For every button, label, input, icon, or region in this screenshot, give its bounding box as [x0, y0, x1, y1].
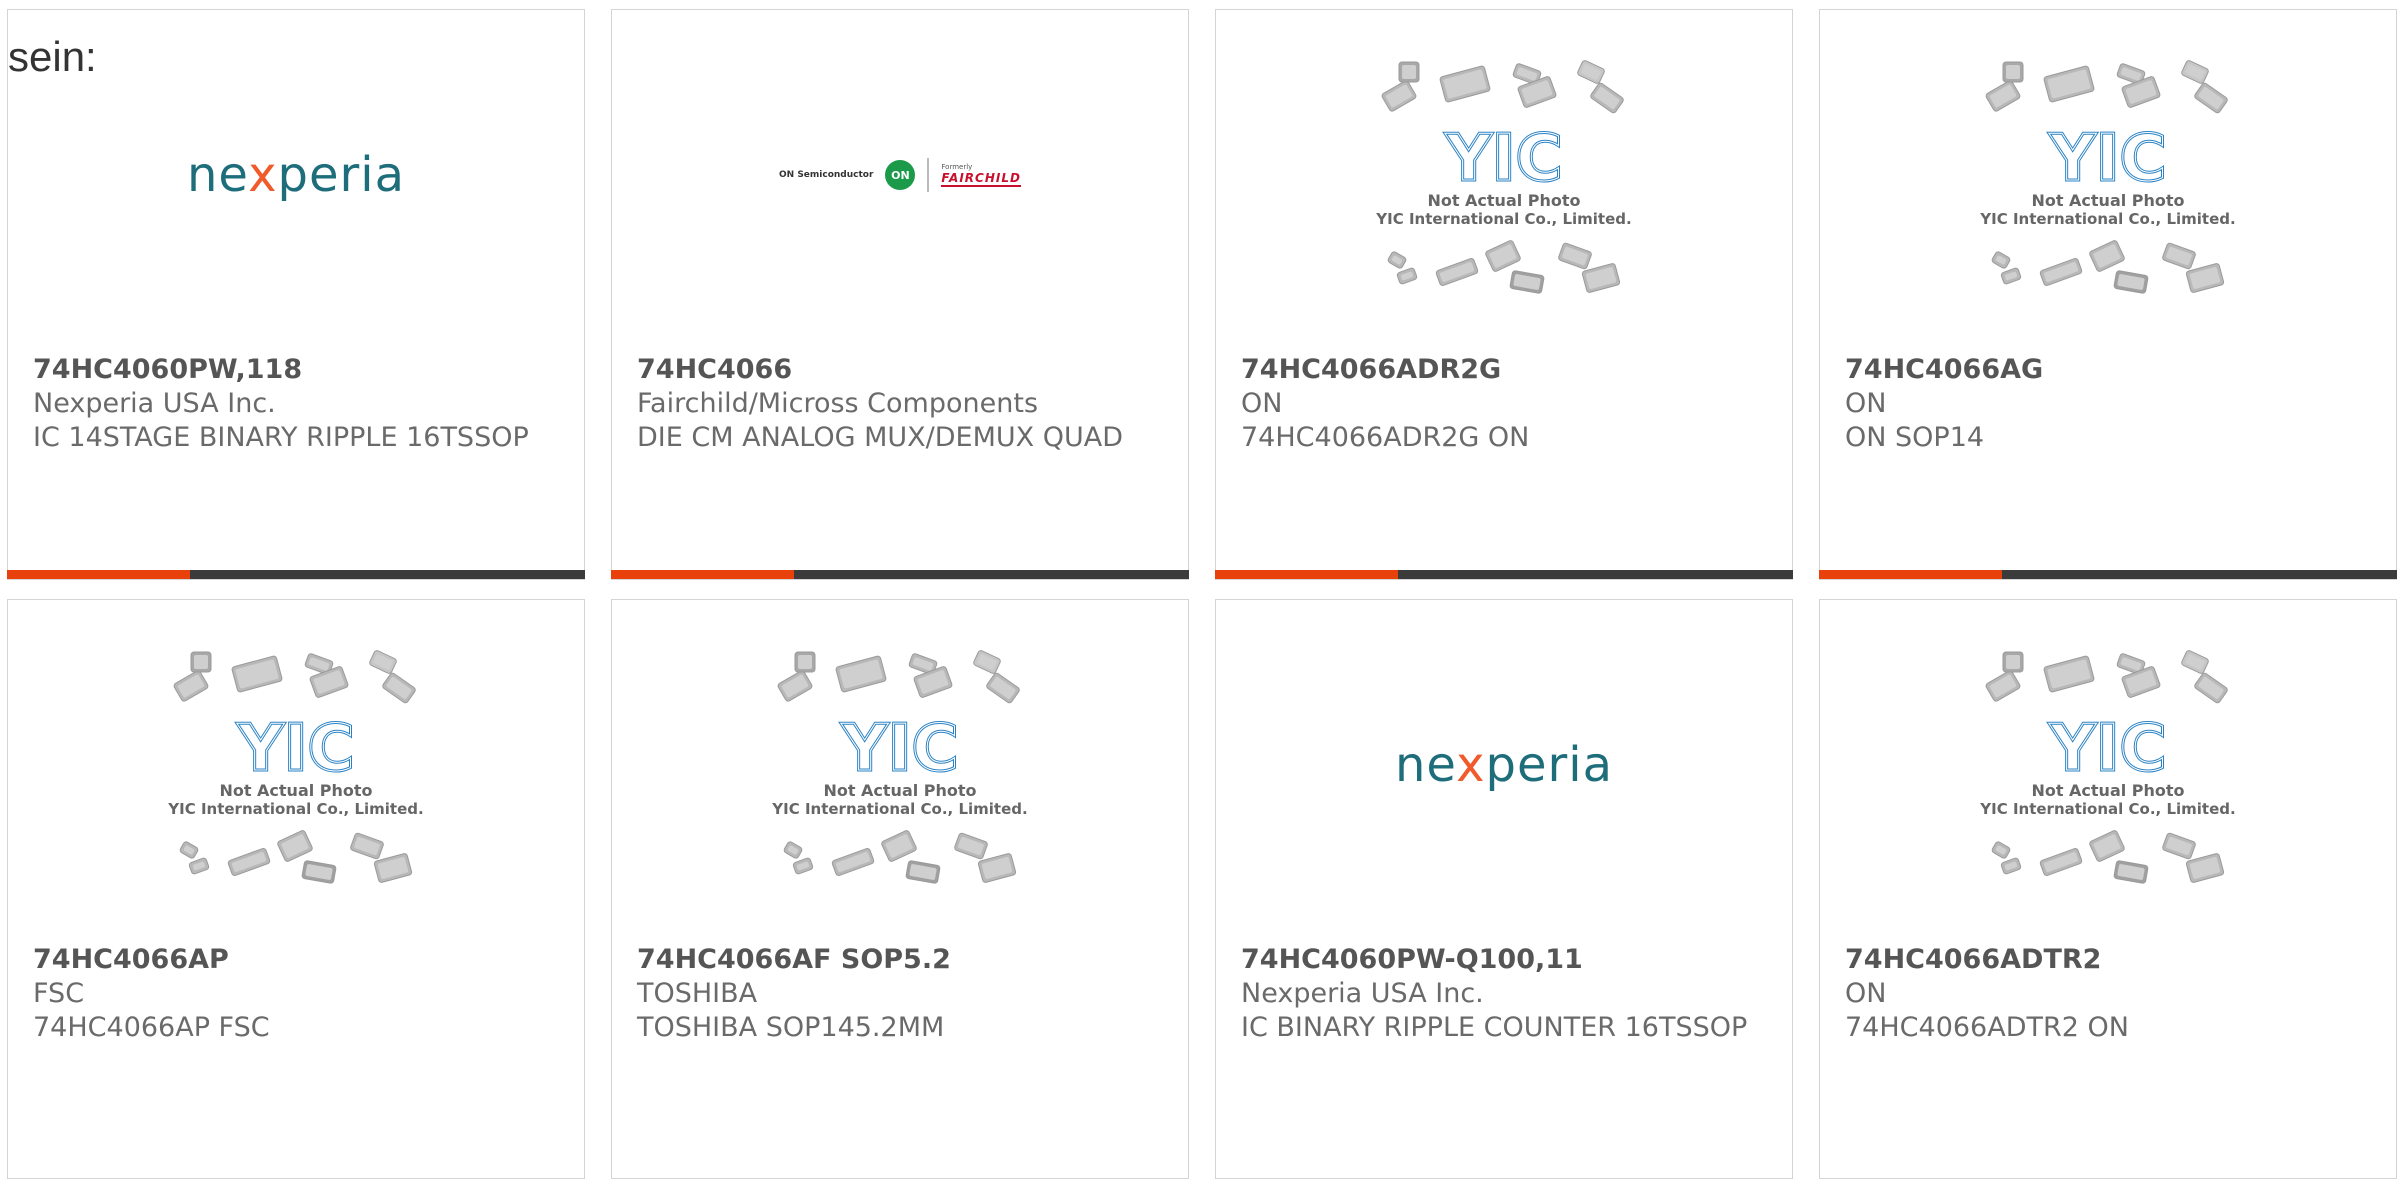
- svg-text:YIC: YIC: [840, 712, 958, 786]
- part-number-link[interactable]: 74HC4066ADR2G: [1241, 353, 1761, 387]
- nexperia-logo: nexperia: [1395, 737, 1613, 793]
- svg-text:YIC: YIC: [236, 712, 354, 786]
- onsemi-wordmark: ON Semiconductor: [779, 170, 874, 180]
- description: IC 14STAGE BINARY RIPPLE 16TSSOP: [33, 422, 529, 453]
- manufacturer: Nexperia USA Inc.: [33, 388, 276, 419]
- part-number-link[interactable]: 74HC4066: [637, 353, 1157, 387]
- description: DIE CM ANALOG MUX/DEMUX QUAD: [637, 422, 1124, 453]
- product-image[interactable]: YIC YIC Not Actual Photo YIC International …: [8, 600, 584, 940]
- on-logo-icon: ON: [885, 160, 916, 190]
- part-number-link[interactable]: 74HC4066AP: [33, 943, 553, 977]
- svg-text:YIC: YIC: [2048, 122, 2166, 196]
- svg-text:YIC: YIC: [2048, 712, 2166, 786]
- product-image[interactable]: YIC YIC Not Actual Photo YIC International …: [612, 600, 1188, 940]
- product-image[interactable]: YIC YIC Not Actual Photo YIC International …: [1216, 10, 1792, 350]
- description: IC BINARY RIPPLE COUNTER 16TSSOP: [1241, 1012, 1748, 1043]
- part-number-link[interactable]: 74HC4066AF SOP5.2: [637, 943, 1157, 977]
- yic-placeholder-image: YICYICNot Actual PhotoYIC International …: [771, 650, 1028, 884]
- manufacturer: FSC: [33, 978, 85, 1009]
- part-number-link[interactable]: 74HC4066ADTR2: [1845, 943, 2365, 977]
- description: 74HC4066ADTR2 ON: [1845, 1012, 2129, 1043]
- product-image[interactable]: nexperia: [1216, 600, 1792, 940]
- placeholder-caption-line1: Not Actual Photo: [823, 781, 976, 800]
- product-card[interactable]: nexperia 74HC4060PW-Q100,11 Nexperia USA…: [1215, 599, 1793, 1179]
- placeholder-caption-line2: YIC International Co., Limited.: [1979, 800, 2235, 818]
- product-card[interactable]: YIC YIC Not Actual Photo YIC International …: [1215, 9, 1793, 580]
- placeholder-caption-line2: YIC International Co., Limited.: [1979, 210, 2235, 228]
- manufacturer: Fairchild/Micross Components: [637, 388, 1039, 419]
- product-card[interactable]: ON Semiconductor ON Formerly FAIRCHILD 7…: [611, 9, 1189, 580]
- nexperia-logo: nexperia: [187, 147, 405, 203]
- part-number-link[interactable]: 74HC4060PW-Q100,11: [1241, 943, 1761, 977]
- card-accent-bar: [7, 570, 585, 579]
- manufacturer: ON: [1845, 388, 1887, 419]
- description: 74HC4066ADR2G ON: [1241, 422, 1530, 453]
- placeholder-caption-line1: Not Actual Photo: [2031, 191, 2184, 210]
- product-image[interactable]: YIC YIC Not Actual Photo YIC International …: [1820, 600, 2396, 940]
- placeholder-caption-line1: Not Actual Photo: [1427, 191, 1580, 210]
- product-card[interactable]: YIC YIC Not Actual Photo YIC International …: [1819, 9, 2397, 580]
- description: ON SOP14: [1845, 422, 1985, 453]
- product-card[interactable]: nexperia 74HC4060PW,118 Nexperia USA Inc…: [7, 9, 585, 580]
- placeholder-caption-line2: YIC International Co., Limited.: [167, 800, 423, 818]
- product-image[interactable]: ON Semiconductor ON Formerly FAIRCHILD: [612, 10, 1188, 350]
- manufacturer: ON: [1845, 978, 1887, 1009]
- yic-placeholder-image: YICYICNot Actual PhotoYIC International …: [1375, 60, 1632, 294]
- yic-placeholder-image: YICYICNot Actual PhotoYIC International …: [1979, 650, 2236, 884]
- card-accent-bar: [1819, 570, 2397, 579]
- product-grid: nexperia 74HC4060PW,118 Nexperia USA Inc…: [0, 0, 2400, 1179]
- fairchild-logo: FAIRCHILD: [941, 171, 1021, 187]
- part-number-link[interactable]: 74HC4060PW,118: [33, 353, 553, 387]
- yic-placeholder-image: YICYICNot Actual PhotoYIC International …: [167, 650, 424, 884]
- card-accent-bar: [611, 570, 1189, 579]
- description: TOSHIBA SOP145.2MM: [637, 1012, 945, 1043]
- product-card[interactable]: YIC YIC Not Actual Photo YIC International …: [7, 599, 585, 1179]
- product-image[interactable]: YIC YIC Not Actual Photo YIC International …: [1820, 10, 2396, 350]
- manufacturer: ON: [1241, 388, 1283, 419]
- card-accent-bar: [1215, 570, 1793, 579]
- placeholder-caption-line2: YIC International Co., Limited.: [1375, 210, 1631, 228]
- part-number-link[interactable]: 74HC4066AG: [1845, 353, 2365, 387]
- placeholder-caption-line2: YIC International Co., Limited.: [771, 800, 1027, 818]
- intro-text: sein:: [8, 33, 97, 80]
- description: 74HC4066AP FSC: [33, 1012, 270, 1043]
- svg-text:YIC: YIC: [1444, 122, 1562, 196]
- product-card[interactable]: YIC YIC Not Actual Photo YIC International …: [1819, 599, 2397, 1179]
- product-card[interactable]: YIC YIC Not Actual Photo YIC International …: [611, 599, 1189, 1179]
- manufacturer: TOSHIBA: [637, 978, 758, 1009]
- manufacturer: Nexperia USA Inc.: [1241, 978, 1484, 1009]
- yic-placeholder-image: YICYICNot Actual PhotoYIC International …: [1979, 60, 2236, 294]
- placeholder-caption-line1: Not Actual Photo: [2031, 781, 2184, 800]
- onsemi-fairchild-logo: ON Semiconductor ON Formerly FAIRCHILD: [779, 158, 1021, 192]
- placeholder-caption-line1: Not Actual Photo: [219, 781, 372, 800]
